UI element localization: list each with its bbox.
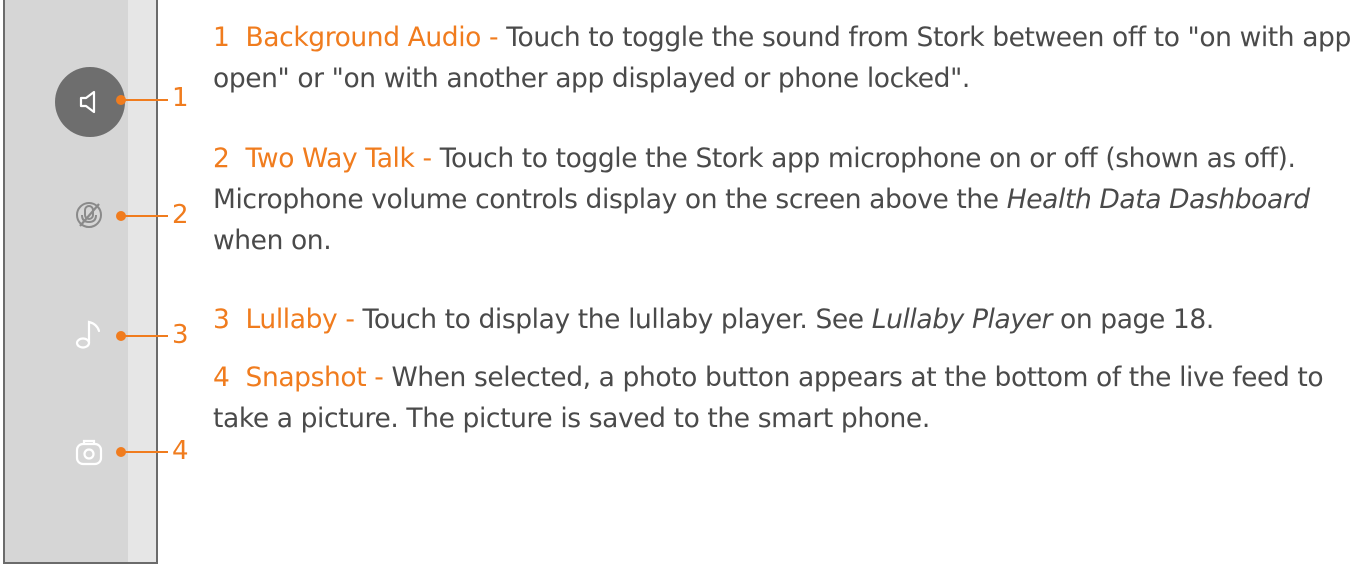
callout-line-1 — [124, 99, 168, 101]
mic-off-icon — [76, 202, 102, 228]
speaker-icon — [79, 90, 96, 114]
callout-number-2: 2 — [172, 200, 189, 230]
snapshot-button[interactable] — [67, 430, 111, 474]
item-number: 3 — [213, 304, 230, 335]
item-body: Touch to display the lullaby player. See — [362, 304, 872, 335]
description-two-way-talk: 2 Two Way Talk - Touch to toggle the Sto… — [213, 138, 1353, 261]
item-title: Lullaby — [245, 304, 338, 335]
camera-icon — [75, 439, 103, 466]
callout-number-4: 4 — [172, 436, 189, 466]
item-body-end: on page 18. — [1052, 304, 1214, 335]
callout-line-3 — [124, 335, 168, 337]
item-title: Two Way Talk — [245, 143, 415, 174]
item-separator: - — [422, 143, 432, 174]
item-separator: - — [374, 362, 384, 393]
lullaby-player-ref: Lullaby Player — [871, 304, 1053, 335]
item-number: 1 — [213, 22, 230, 53]
callout-number-1: 1 — [172, 83, 189, 113]
description-background-audio: 1 Background Audio - Touch to toggle the… — [213, 17, 1353, 99]
item-separator: - — [489, 22, 499, 53]
item-number: 4 — [213, 362, 230, 393]
item-title: Snapshot — [245, 362, 367, 393]
callout-line-2 — [124, 215, 168, 217]
item-number: 2 — [213, 143, 230, 174]
background-audio-button[interactable] — [55, 67, 125, 137]
callout-line-4 — [124, 451, 168, 453]
item-separator: - — [345, 304, 355, 335]
two-way-talk-button[interactable] — [67, 193, 111, 237]
lullaby-button[interactable] — [67, 312, 111, 356]
description-snapshot: 4 Snapshot - When selected, a photo butt… — [213, 357, 1353, 439]
health-data-dashboard-ref: Health Data Dashboard — [1006, 184, 1310, 215]
panel-edge — [128, 0, 156, 562]
item-body-end: when on. — [213, 225, 332, 256]
item-title: Background Audio — [245, 22, 482, 53]
phone-side-panel — [3, 0, 158, 564]
callout-number-3: 3 — [172, 320, 189, 350]
music-note-icon — [75, 320, 101, 349]
description-lullaby: 3 Lullaby - Touch to display the lullaby… — [213, 299, 1353, 340]
